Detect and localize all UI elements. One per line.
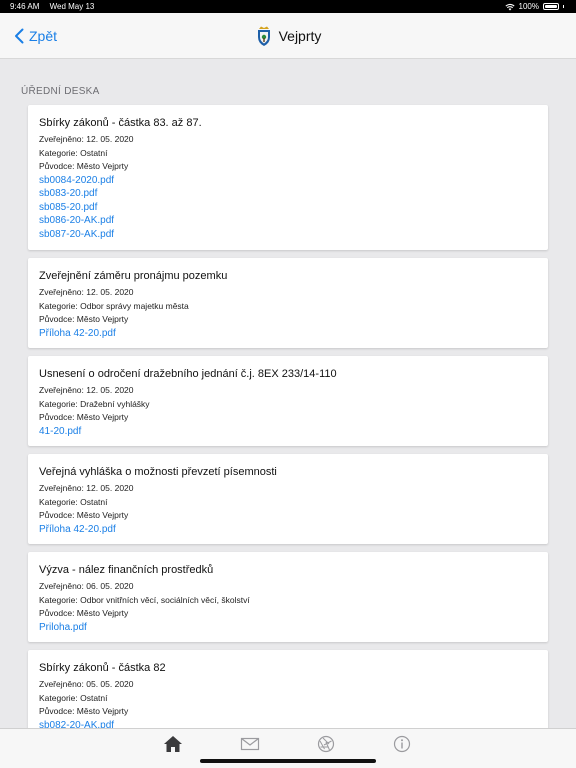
notice-title: Sbírky zákonů - částka 82	[39, 662, 166, 674]
notice-card[interactable]: Sbírky zákonů - částka 83. až 87. Zveřej…	[28, 105, 548, 250]
notice-category: Kategorie: Odbor vnitřních věcí, sociáln…	[39, 594, 250, 605]
attachment-link[interactable]: sb086-20-AK.pdf	[39, 214, 537, 228]
attachment-link[interactable]: sb0084-2020.pdf	[39, 174, 537, 188]
home-indicator	[200, 759, 376, 763]
notice-published: Zveřejněno: 06. 05. 2020	[39, 581, 134, 591]
notice-title: Sbírky zákonů - částka 83. až 87.	[39, 117, 202, 129]
section-title: ÚŘEDNÍ DESKA	[21, 86, 100, 97]
tab-home[interactable]	[163, 734, 183, 754]
notice-originator: Původce: Město Vejprty	[39, 510, 129, 520]
notice-published: Zveřejněno: 12. 05. 2020	[39, 483, 134, 493]
notice-category: Kategorie: Dražební vyhlášky	[39, 398, 150, 409]
notice-originator: Původce: Město Vejprty	[39, 706, 129, 716]
attachment-link[interactable]: 41-20.pdf	[39, 425, 537, 439]
notice-published: Zveřejněno: 05. 05. 2020	[39, 679, 134, 689]
attachment-link[interactable]: sb082-20-AK.pdf	[39, 719, 537, 729]
notice-title: Výzva - nález finančních prostředků	[39, 564, 214, 576]
attachment-link[interactable]: sb083-20.pdf	[39, 187, 537, 201]
notice-card[interactable]: Usnesení o odročení dražebního jednání č…	[28, 356, 548, 446]
notice-title: Usnesení o odročení dražebního jednání č…	[39, 368, 337, 380]
main-content[interactable]: ÚŘEDNÍ DESKA Sbírky zákonů - částka 83. …	[0, 59, 576, 728]
tab-messages[interactable]	[240, 734, 260, 754]
notice-title: Veřejná vyhláška o možnosti převzetí pís…	[39, 466, 277, 478]
attachment-link[interactable]: Příloha 42-20.pdf	[39, 523, 537, 537]
notice-card[interactable]: Výzva - nález finančních prostředků Zveř…	[28, 552, 548, 642]
notice-published: Zveřejněno: 12. 05. 2020	[39, 134, 134, 144]
notice-category: Kategorie: Ostatní	[39, 147, 108, 158]
attachment-link[interactable]: Priloha.pdf	[39, 621, 537, 635]
town-crest-icon	[257, 26, 270, 46]
notice-card[interactable]: Veřejná vyhláška o možnosti převzetí pís…	[28, 454, 548, 544]
attachment-link[interactable]: Příloha 42-20.pdf	[39, 327, 537, 341]
notice-category: Kategorie: Odbor správy majetku města	[39, 300, 189, 311]
notice-published: Zveřejněno: 12. 05. 2020	[39, 385, 134, 395]
battery-percent: 100%	[518, 2, 539, 11]
notice-originator: Původce: Město Vejprty	[39, 608, 129, 618]
nav-title-group: Vejprty	[0, 13, 576, 59]
wifi-icon	[504, 3, 515, 10]
notice-originator: Původce: Město Vejprty	[39, 412, 129, 422]
info-icon	[393, 735, 411, 753]
notice-originator: Původce: Město Vejprty	[39, 314, 129, 324]
attachment-link[interactable]: sb087-20-AK.pdf	[39, 228, 537, 242]
notice-card[interactable]: Sbírky zákonů - částka 82 Zveřejněno: 05…	[28, 650, 548, 728]
notice-published: Zveřejněno: 12. 05. 2020	[39, 287, 134, 297]
notice-title: Zveřejnění záměru pronájmu pozemku	[39, 270, 228, 282]
status-time: 9:46 AM	[10, 2, 40, 11]
notice-originator: Původce: Město Vejprty	[39, 161, 129, 171]
status-bar: 9:46 AM Wed May 13 100%	[0, 0, 576, 13]
home-icon	[164, 736, 182, 752]
status-date: Wed May 13	[49, 2, 95, 11]
battery-nub	[563, 5, 564, 8]
page-title: Vejprty	[278, 28, 322, 44]
navigation-bar: Zpět Vejprty	[0, 13, 576, 59]
notice-category: Kategorie: Ostatní	[39, 496, 108, 507]
mail-icon	[240, 737, 260, 751]
tab-info[interactable]	[392, 734, 412, 754]
aperture-icon	[317, 735, 335, 753]
attachment-link[interactable]: sb085-20.pdf	[39, 201, 537, 215]
battery-icon	[543, 3, 559, 10]
notice-card[interactable]: Zveřejnění záměru pronájmu pozemku Zveře…	[28, 258, 548, 348]
notice-category: Kategorie: Ostatní	[39, 692, 108, 703]
tab-gallery[interactable]	[316, 734, 336, 754]
